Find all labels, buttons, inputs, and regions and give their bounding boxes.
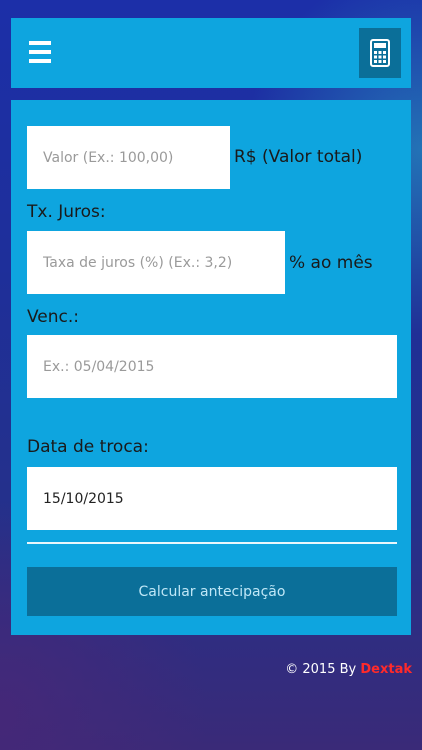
- troca-input[interactable]: [27, 467, 397, 530]
- calculator-button[interactable]: [359, 28, 401, 78]
- hamburger-menu-icon[interactable]: [29, 41, 51, 63]
- brand-link[interactable]: Dextak: [360, 662, 412, 677]
- copyright-text: © 2015 By: [285, 662, 357, 677]
- calcular-antecipacao-button[interactable]: Calcular antecipação: [27, 567, 397, 616]
- venc-label: Venc.:: [27, 307, 80, 327]
- divider: [27, 542, 397, 544]
- form-panel: R$ (Valor total) Tx. Juros: % ao mês Ven…: [11, 100, 411, 635]
- troca-label: Data de troca:: [27, 437, 149, 457]
- juros-suffix: % ao mês: [289, 253, 373, 273]
- valor-suffix: R$ (Valor total): [234, 147, 363, 167]
- juros-input[interactable]: [27, 231, 285, 294]
- juros-label: Tx. Juros:: [27, 202, 106, 222]
- top-bar: [11, 18, 411, 88]
- valor-input[interactable]: [27, 126, 230, 189]
- footer: © 2015 By Dextak: [285, 662, 412, 677]
- venc-input[interactable]: [27, 335, 397, 398]
- calculator-icon: [370, 39, 390, 67]
